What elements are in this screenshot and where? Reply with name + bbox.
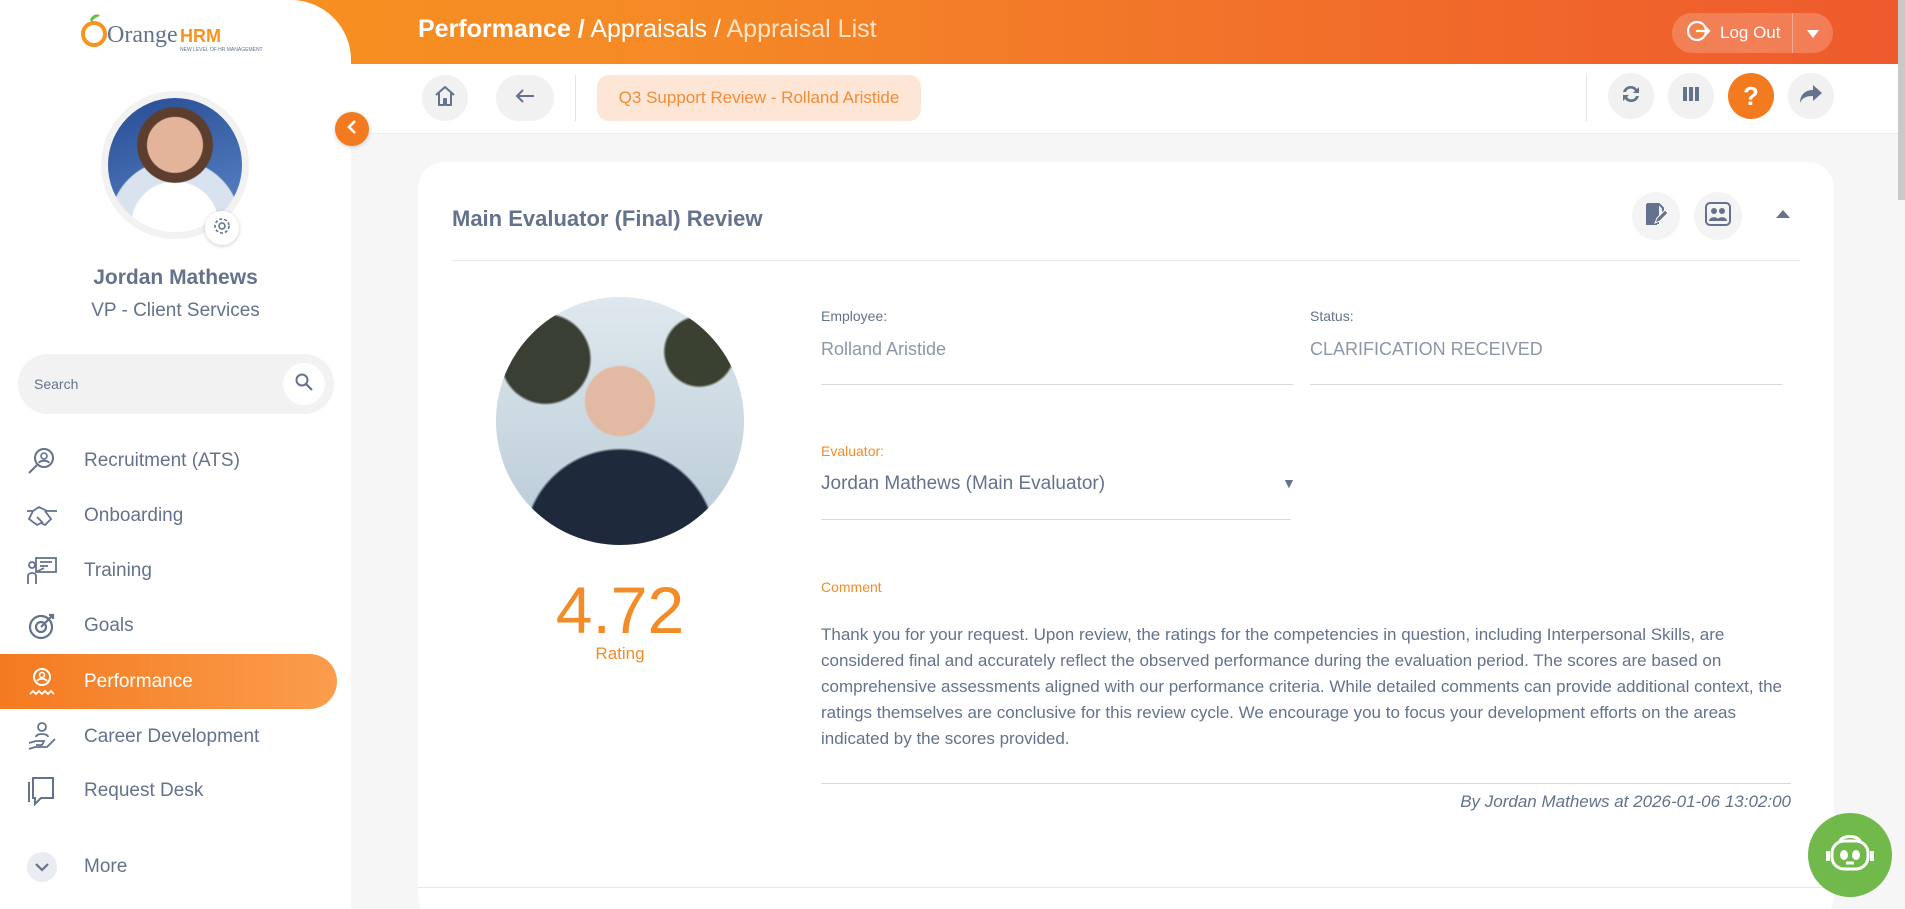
- comment-text: Thank you for your request. Upon review,…: [821, 625, 1782, 748]
- users-icon: [1704, 201, 1732, 232]
- question-icon: ?: [1743, 80, 1759, 111]
- sidebar-item-label: Recruitment (ATS): [84, 449, 240, 471]
- edit-document-icon: [1643, 201, 1669, 232]
- profile-settings-button[interactable]: [205, 211, 239, 245]
- robot-icon: [1826, 831, 1874, 880]
- target-icon: [0, 611, 84, 641]
- search-input[interactable]: [34, 354, 274, 414]
- arrow-left-icon: [515, 88, 535, 109]
- svg-text:HRM: HRM: [180, 26, 221, 46]
- employee-photo: [496, 297, 744, 545]
- sidebar-item-training[interactable]: Training: [0, 543, 337, 598]
- handshake-icon: [0, 503, 84, 529]
- chevron-down-icon: [27, 851, 57, 882]
- collapse-card-button[interactable]: [1776, 206, 1790, 224]
- chatbot-button[interactable]: [1808, 813, 1892, 897]
- evaluator-select-value: Jordan Mathews (Main Evaluator): [821, 473, 1106, 494]
- logout-label: Log Out: [1720, 23, 1781, 42]
- logout-dropdown-button[interactable]: [1793, 23, 1833, 43]
- edit-review-button[interactable]: [1632, 192, 1680, 240]
- request-icon: [0, 776, 84, 806]
- sidebar-item-career-development[interactable]: Career Development: [0, 709, 337, 764]
- page-scrollbar[interactable]: [1898, 0, 1905, 200]
- comment-byline: By Jordan Mathews at 2026-01-06 13:02:00: [1460, 792, 1791, 811]
- review-card: Main Evaluator (Final) Review 4.72 Ratin…: [418, 162, 1834, 909]
- status-label: Status:: [1310, 308, 1354, 324]
- status-field: CLARIFICATION RECEIVED: [1310, 339, 1543, 359]
- columns-icon: [1683, 86, 1699, 106]
- search-button[interactable]: [283, 363, 325, 405]
- rating-label: Rating: [595, 644, 645, 663]
- sidebar-item-label: Performance: [84, 670, 193, 692]
- share-icon: [1799, 84, 1823, 109]
- career-icon: [0, 721, 84, 753]
- caret-up-icon: [1776, 206, 1790, 223]
- home-button[interactable]: [422, 75, 468, 121]
- sidebar-item-more[interactable]: More: [0, 839, 337, 894]
- logout-group: Log Out: [1672, 13, 1833, 53]
- sidebar-collapse-button[interactable]: [335, 112, 369, 146]
- help-button[interactable]: ?: [1728, 73, 1774, 119]
- search-icon: [295, 373, 313, 396]
- sidebar-item-performance[interactable]: Performance: [0, 654, 337, 709]
- caret-down-icon: [1807, 23, 1819, 43]
- back-button[interactable]: [496, 75, 554, 121]
- evaluator-label: Evaluator:: [821, 443, 885, 459]
- comment-label: Comment: [821, 579, 882, 595]
- card-title: Main Evaluator (Final) Review: [452, 206, 763, 231]
- sidebar-item-label: More: [84, 855, 128, 877]
- award-icon: [0, 666, 84, 698]
- sidebar-item-label: Training: [84, 559, 152, 581]
- svg-text:NEW LEVEL OF HR MANAGEMENT: NEW LEVEL OF HR MANAGEMENT: [180, 47, 263, 53]
- dropdown-caret-icon: ▼: [1282, 475, 1296, 491]
- review-participants-button[interactable]: [1694, 192, 1742, 240]
- employee-field: Rolland Aristide: [821, 339, 947, 359]
- breadcrumb-appraisal-list: Appraisal List: [720, 15, 877, 43]
- svg-text:Orange: Orange: [107, 22, 178, 48]
- sidebar-item-goals[interactable]: Goals: [0, 598, 337, 653]
- sidebar-item-label: Career Development: [84, 725, 260, 747]
- user-name: Jordan Mathews: [93, 266, 258, 289]
- chevron-left-icon: [346, 119, 358, 139]
- sidebar-item-label: Onboarding: [84, 504, 184, 526]
- columns-button[interactable]: [1668, 73, 1714, 119]
- sidebar-item-label: Goals: [84, 614, 134, 636]
- sidebar-item-recruitment[interactable]: Recruitment (ATS): [0, 433, 337, 488]
- sidebar-item-label: Request Desk: [84, 779, 204, 801]
- training-icon: [0, 556, 84, 586]
- logout-icon: [1686, 20, 1712, 47]
- tab-appraisal[interactable]: Q3 Support Review - Rolland Aristide: [597, 75, 921, 121]
- rating-value: 4.72: [555, 573, 685, 647]
- home-icon: [434, 85, 456, 112]
- breadcrumb-appraisals[interactable]: Appraisals /: [585, 15, 721, 43]
- sidebar: Orange HRM NEW LEVEL OF HR MANAGEMENT Jo…: [0, 0, 351, 909]
- orangehrm-logo[interactable]: Orange HRM NEW LEVEL OF HR MANAGEMENT: [80, 12, 270, 54]
- share-button[interactable]: [1788, 73, 1834, 119]
- sidebar-item-request-desk[interactable]: Request Desk: [0, 763, 337, 818]
- sidebar-search: [18, 354, 334, 414]
- sidebar-item-onboarding[interactable]: Onboarding: [0, 488, 337, 543]
- logout-button[interactable]: Log Out: [1672, 20, 1792, 47]
- breadcrumb-performance[interactable]: Performance /: [418, 15, 585, 43]
- recruitment-icon: [0, 445, 84, 477]
- breadcrumb: Performance / Appraisals / Appraisal Lis…: [418, 15, 877, 44]
- refresh-icon: [1619, 83, 1643, 110]
- employee-label: Employee:: [821, 308, 888, 324]
- gear-icon: [212, 216, 232, 241]
- user-role: VP - Client Services: [91, 300, 260, 321]
- refresh-button[interactable]: [1608, 73, 1654, 119]
